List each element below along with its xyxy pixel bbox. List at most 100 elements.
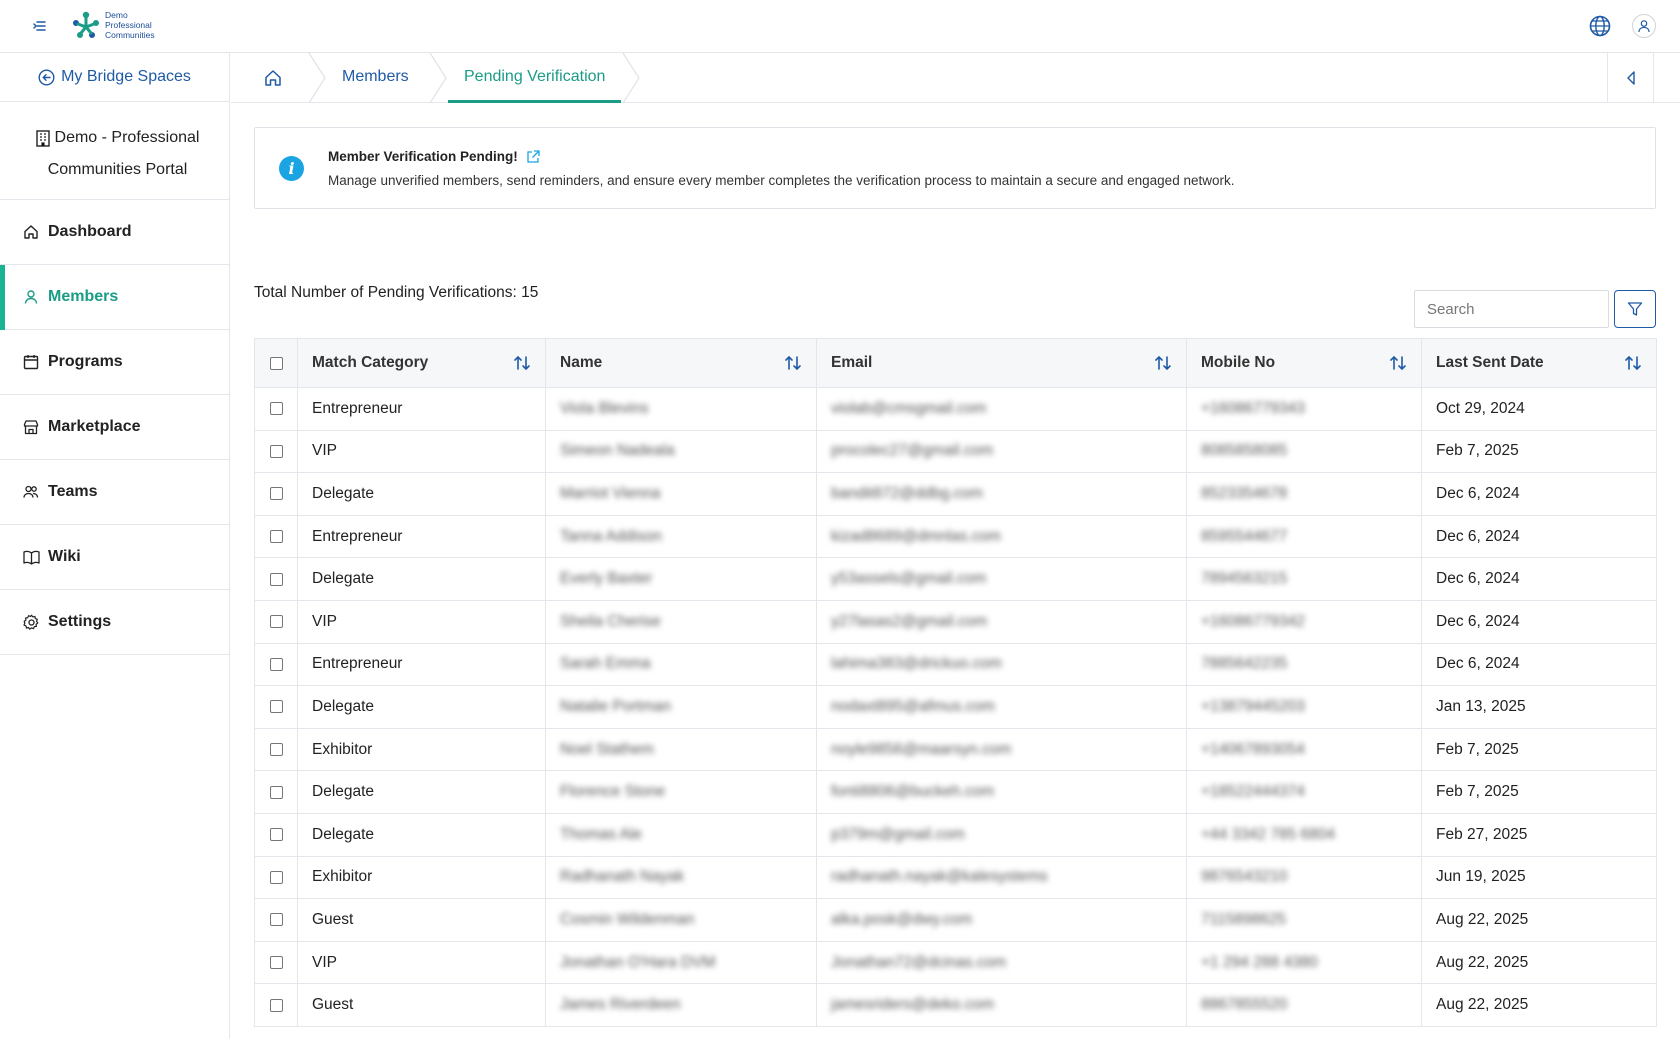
row-checkbox[interactable]	[269, 743, 283, 757]
filter-button[interactable]	[1614, 290, 1656, 328]
row-checkbox[interactable]	[269, 657, 283, 671]
row-checkbox[interactable]	[269, 998, 283, 1012]
table-row[interactable]: Delegate Natalie Portman nodaxt895@afmus.c…	[254, 685, 1657, 729]
row-checkbox[interactable]	[269, 615, 283, 629]
table-row[interactable]: Delegate Marriot Vienna bandit872@ddbg.com…	[254, 472, 1657, 516]
email-cell-text: radhanath.nayak@kalesystems	[831, 868, 1048, 886]
last-sent-date-cell-text: Feb 7, 2025	[1436, 783, 1519, 801]
name-cell: Florence Stone	[545, 770, 817, 814]
mobile-cell-text: 8523354678	[1201, 484, 1288, 502]
email-cell-text: lahima383@drickuo.com	[831, 655, 1002, 673]
table-row[interactable]: Delegate Everly Baxter y53assels@gmail.com…	[254, 557, 1657, 601]
column-header-mobile[interactable]: Mobile No	[1186, 338, 1422, 388]
email-cell: alka.posk@dwy.com	[816, 898, 1187, 942]
breadcrumb-pending-verification[interactable]: Pending Verification	[464, 68, 605, 86]
last-sent-date-cell: Dec 6, 2024	[1421, 472, 1657, 516]
column-header-name[interactable]: Name	[545, 338, 817, 388]
row-checkbox[interactable]	[269, 487, 283, 501]
table-row[interactable]: Delegate Thomas Ale p379m@gmail.com +44 334…	[254, 812, 1657, 857]
row-checkbox[interactable]	[269, 444, 283, 458]
row-checkbox[interactable]	[269, 828, 283, 842]
table-row[interactable]: Exhibitor Noel Stathem noyle9856@maarsyn.c…	[254, 727, 1657, 772]
last-sent-date-cell-text: Dec 6, 2024	[1436, 527, 1520, 545]
sidebar-item-marketplace[interactable]: Marketplace	[0, 395, 229, 460]
table-row[interactable]: Guest James Riverdeen jamesriders@deko.com…	[254, 983, 1657, 1027]
last-sent-date-cell: Dec 6, 2024	[1421, 642, 1657, 687]
row-checkbox[interactable]	[269, 956, 283, 970]
row-checkbox[interactable]	[269, 402, 283, 416]
sidebar-item-label: Marketplace	[48, 418, 141, 435]
table-row[interactable]: VIP Jonathan O'Hara DVM Jonathan72@dcinas.…	[254, 940, 1657, 985]
row-checkbox[interactable]	[269, 530, 283, 544]
user-avatar-button[interactable]	[1632, 14, 1656, 38]
table-row[interactable]: VIP Sheila Cherise y27lasas2@gmail.com +160…	[254, 599, 1657, 644]
home-icon[interactable]	[263, 68, 283, 88]
table-row[interactable]: Entrepreneur Sarah Emma lahima383@drickuo.…	[254, 642, 1657, 687]
external-link-icon[interactable]	[526, 149, 540, 164]
globe-icon[interactable]	[1588, 14, 1612, 38]
table-row[interactable]: Exhibitor Radhanath Nayak radhanath.nayak@…	[254, 855, 1657, 900]
table-row[interactable]: Delegate Florence Stone fonti8806@buckeh.c…	[254, 770, 1657, 814]
mobile-cell: +13879445203	[1186, 685, 1422, 729]
last-sent-date-cell: Dec 6, 2024	[1421, 514, 1657, 559]
table-row[interactable]: Entrepreneur Viola Blevins violab@cmsgmail…	[254, 387, 1657, 431]
row-checkbox[interactable]	[269, 870, 283, 884]
name-cell: Sarah Emma	[545, 642, 817, 687]
match-category-cell: Exhibitor	[297, 727, 546, 772]
mobile-cell-text: 8085858085	[1201, 442, 1288, 460]
org-name-line1: Demo - Professional	[54, 129, 200, 146]
row-checkbox[interactable]	[269, 913, 283, 927]
match-category-cell: VIP	[297, 599, 546, 644]
sort-icon[interactable]	[1389, 354, 1407, 372]
sidebar-item-teams[interactable]: Teams	[0, 460, 229, 525]
sidebar-item-settings[interactable]: Settings	[0, 590, 229, 655]
row-checkbox[interactable]	[269, 700, 283, 714]
sidebar-item-members[interactable]: Members	[0, 265, 229, 330]
last-sent-date-cell: Aug 22, 2025	[1421, 898, 1657, 942]
email-cell-text: procolec27@gmail.com	[831, 442, 994, 460]
breadcrumb-separator-icon	[429, 53, 447, 103]
collapse-panel-button[interactable]	[1607, 53, 1654, 103]
last-sent-date-cell-text: Dec 6, 2024	[1436, 612, 1520, 630]
match-category-cell-text: Entrepreneur	[312, 399, 403, 417]
last-sent-date-cell: Feb 7, 2025	[1421, 770, 1657, 814]
sort-icon[interactable]	[1624, 354, 1642, 372]
sidebar-item-label: Programs	[48, 353, 123, 370]
pending-verification-table: Match Category Name Email Mobile No Last…	[254, 338, 1657, 1027]
mobile-cell-text: 7894563215	[1201, 570, 1288, 588]
table-body: Entrepreneur Viola Blevins violab@cmsgmail…	[254, 387, 1657, 1027]
column-header-email[interactable]: Email	[816, 338, 1187, 388]
sidebar-item-label: Settings	[48, 613, 112, 630]
sidebar-item-wiki[interactable]: Wiki	[0, 525, 229, 590]
logo[interactable]: Demo Professional Communities	[70, 9, 155, 41]
breadcrumb-members-link[interactable]: Members	[342, 68, 409, 86]
search-input[interactable]	[1414, 290, 1609, 328]
table-row[interactable]: VIP Simeon Nadeala procolec27@gmail.com 808…	[254, 429, 1657, 474]
row-checkbox[interactable]	[269, 572, 283, 586]
email-cell-text: noyle9856@maarsyn.com	[831, 740, 1012, 758]
email-cell: fonti8806@buckeh.com	[816, 770, 1187, 814]
sort-icon[interactable]	[513, 354, 531, 372]
back-to-bridge-spaces-link[interactable]: My Bridge Spaces	[0, 53, 229, 102]
column-header-match-category[interactable]: Match Category	[297, 338, 546, 388]
menu-toggle-icon[interactable]	[30, 17, 50, 35]
name-cell-text: Radhanath Nayak	[560, 868, 685, 886]
sort-icon[interactable]	[784, 354, 802, 372]
mobile-cell: 8085858085	[1186, 429, 1422, 474]
select-all-checkbox[interactable]	[269, 356, 283, 370]
table-row[interactable]: Entrepreneur Tanna Addison kizad8689@dmnla…	[254, 514, 1657, 559]
mobile-cell: +14067893054	[1186, 727, 1422, 772]
mobile-cell: 7115898625	[1186, 898, 1422, 942]
name-cell-text: Sheila Cherise	[560, 612, 661, 630]
match-category-cell-text: Exhibitor	[312, 868, 373, 886]
sidebar-item-programs[interactable]: Programs	[0, 330, 229, 395]
info-description: Manage unverified members, send reminder…	[328, 173, 1235, 188]
mobile-cell: 8523354678	[1186, 472, 1422, 516]
column-header-last-sent-date[interactable]: Last Sent Date	[1421, 338, 1657, 388]
name-cell: Radhanath Nayak	[545, 855, 817, 900]
sort-icon[interactable]	[1154, 354, 1172, 372]
sidebar-item-dashboard[interactable]: Dashboard	[0, 200, 229, 265]
info-title: Member Verification Pending!	[328, 149, 540, 164]
table-row[interactable]: Guest Cosmin Wildenman alka.posk@dwy.com 71…	[254, 898, 1657, 942]
row-checkbox[interactable]	[269, 785, 283, 799]
